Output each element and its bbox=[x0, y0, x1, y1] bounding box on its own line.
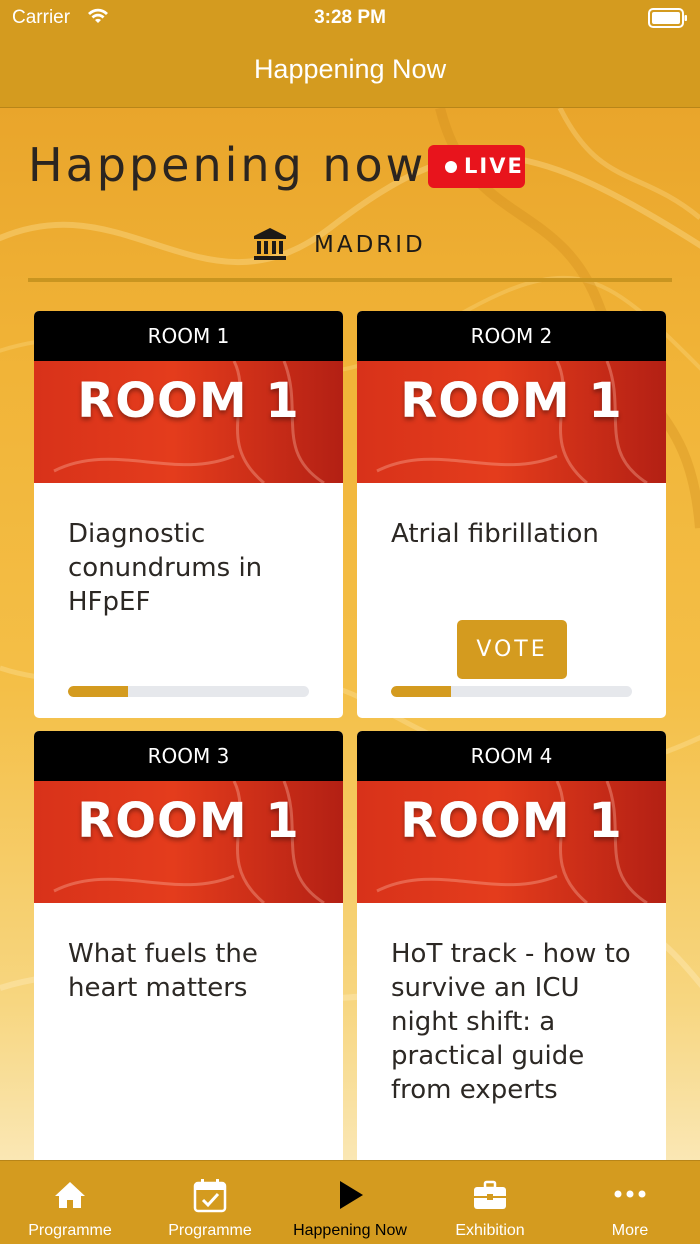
tab-programme-home[interactable]: Programme bbox=[0, 1161, 140, 1244]
tab-label: Happening Now bbox=[293, 1222, 407, 1239]
room-label: ROOM 1 bbox=[34, 311, 343, 361]
page-heading: Happening now bbox=[28, 138, 427, 192]
session-title: Atrial fibrillation bbox=[391, 519, 599, 549]
building-columns-icon bbox=[254, 228, 286, 260]
venue-name: MADRID bbox=[314, 232, 426, 258]
live-dot-icon bbox=[445, 161, 457, 173]
tab-more[interactable]: More bbox=[560, 1161, 700, 1244]
divider bbox=[28, 278, 672, 282]
session-progress bbox=[391, 686, 632, 697]
room-banner: ROOM 1 bbox=[357, 361, 666, 483]
more-dots-icon bbox=[614, 1190, 646, 1198]
calendar-check-icon bbox=[193, 1179, 227, 1213]
session-progress bbox=[68, 686, 309, 697]
tab-label: More bbox=[611, 1222, 649, 1239]
tab-happening-now[interactable]: Happening Now bbox=[280, 1161, 420, 1244]
room-card[interactable]: ROOM 4 ROOM 1 HoT track - how to survive… bbox=[357, 731, 666, 1160]
tab-label: Programme bbox=[168, 1222, 252, 1239]
status-bar: Carrier 3:28 PM bbox=[0, 0, 700, 36]
room-card[interactable]: ROOM 1 ROOM 1 Diagnostic conundrums in H… bbox=[34, 311, 343, 718]
briefcase-icon bbox=[474, 1180, 506, 1209]
room-banner-title: ROOM 1 bbox=[400, 373, 623, 429]
room-card[interactable]: ROOM 3 ROOM 1 What fuels the heart matte… bbox=[34, 731, 343, 1160]
room-banner: ROOM 1 bbox=[34, 361, 343, 483]
room-banner: ROOM 1 bbox=[34, 781, 343, 903]
battery-icon bbox=[648, 8, 687, 28]
room-label: ROOM 4 bbox=[357, 731, 666, 781]
vote-button[interactable]: VOTE bbox=[457, 620, 567, 679]
session-title: What fuels the heart matters bbox=[68, 939, 258, 1003]
room-card[interactable]: ROOM 2 ROOM 1 Atrial fibrillation VOTE bbox=[357, 311, 666, 718]
play-icon bbox=[340, 1181, 363, 1209]
room-label: ROOM 2 bbox=[357, 311, 666, 361]
session-title: HoT track - how to survive an ICU night … bbox=[391, 939, 631, 1105]
tab-label: Exhibition bbox=[455, 1222, 525, 1239]
nav-title: Happening Now bbox=[253, 54, 447, 84]
room-banner: ROOM 1 bbox=[357, 781, 666, 903]
live-badge-label: LIVE bbox=[464, 154, 524, 178]
session-title: Diagnostic conundrums in HFpEF bbox=[68, 519, 263, 617]
room-banner-title: ROOM 1 bbox=[77, 793, 300, 849]
room-banner-title: ROOM 1 bbox=[77, 373, 300, 429]
room-label: ROOM 3 bbox=[34, 731, 343, 781]
live-badge: LIVE bbox=[428, 145, 525, 188]
room-banner-title: ROOM 1 bbox=[400, 793, 623, 849]
tab-bar: Programme Programme Happening Now Exhibi… bbox=[0, 1160, 700, 1244]
clock: 3:28 PM bbox=[314, 7, 386, 28]
main-content[interactable]: Happening now LIVE MADRID ROOM 1 ROOM 1 … bbox=[0, 108, 700, 1160]
tab-label: Programme bbox=[28, 1222, 112, 1239]
navigation-bar: Happening Now bbox=[0, 36, 700, 108]
home-icon bbox=[55, 1182, 85, 1208]
tab-exhibition[interactable]: Exhibition bbox=[420, 1161, 560, 1244]
tab-programme-calendar[interactable]: Programme bbox=[140, 1161, 280, 1244]
